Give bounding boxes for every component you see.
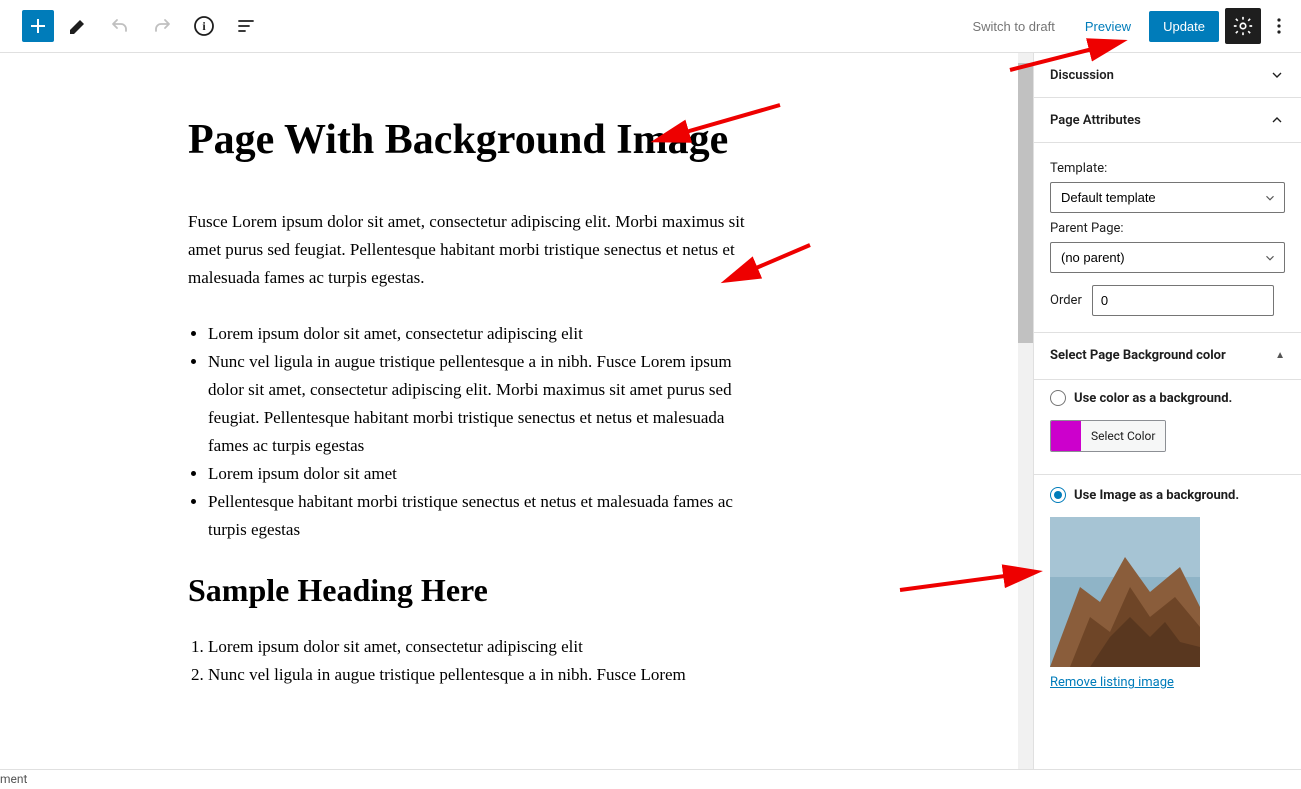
page-attributes-title: Page Attributes (1050, 113, 1141, 128)
chevron-down-icon (1269, 67, 1285, 83)
use-color-radio[interactable] (1050, 390, 1066, 406)
list-item[interactable]: Nunc vel ligula in augue tristique pelle… (208, 661, 768, 689)
list-block[interactable]: Lorem ipsum dolor sit amet, consectetur … (188, 320, 768, 544)
toolbar-left-group: i (10, 8, 264, 44)
footer-breadcrumb: ment (0, 769, 1301, 789)
redo-button[interactable] (144, 8, 180, 44)
discussion-panel-header[interactable]: Discussion (1034, 53, 1301, 98)
switch-to-draft-button[interactable]: Switch to draft (960, 13, 1066, 40)
use-color-radio-row[interactable]: Use color as a background. (1050, 390, 1285, 406)
bg-image-thumbnail[interactable] (1050, 517, 1200, 667)
parent-page-label: Parent Page: (1050, 221, 1285, 236)
select-color-button[interactable]: Select Color (1081, 421, 1165, 451)
page-content[interactable]: Fusce Lorem ipsum dolor sit amet, consec… (188, 208, 790, 690)
order-input[interactable] (1092, 285, 1274, 316)
heading-block[interactable]: Sample Heading Here (188, 572, 790, 609)
chevron-up-icon (1269, 112, 1285, 128)
svg-text:i: i (202, 19, 206, 33)
triangle-up-icon: ▲ (1275, 349, 1285, 363)
color-swatch[interactable] (1051, 421, 1081, 451)
discussion-panel-title: Discussion (1050, 68, 1114, 83)
use-color-label: Use color as a background. (1074, 391, 1232, 406)
use-image-radio[interactable] (1050, 487, 1066, 503)
toolbar-right-group: Switch to draft Preview Update (960, 8, 1291, 44)
update-button[interactable]: Update (1149, 11, 1219, 42)
list-item[interactable]: Lorem ipsum dolor sit amet, consectetur … (208, 320, 768, 348)
details-button[interactable]: i (186, 8, 222, 44)
scrollbar-thumb[interactable] (1018, 63, 1033, 343)
page-attributes-panel-body: Template: Default template Parent Page: … (1034, 143, 1301, 333)
use-image-label: Use Image as a background. (1074, 488, 1239, 503)
preview-button[interactable]: Preview (1073, 13, 1143, 40)
settings-sidebar: Discussion Page Attributes Template: Def… (1033, 53, 1301, 769)
divider (1034, 474, 1301, 475)
template-label: Template: (1050, 161, 1285, 176)
bg-color-panel-title: Select Page Background color (1050, 347, 1226, 365)
use-image-radio-row[interactable]: Use Image as a background. (1050, 487, 1285, 503)
color-picker-row: Select Color (1050, 420, 1166, 452)
ordered-list-block[interactable]: Lorem ipsum dolor sit amet, consectetur … (188, 633, 768, 689)
canvas-scrollbar[interactable] (1018, 53, 1033, 769)
undo-button[interactable] (102, 8, 138, 44)
edit-mode-button[interactable] (60, 8, 96, 44)
footer-text: ment (0, 772, 27, 786)
list-item[interactable]: Lorem ipsum dolor sit amet (208, 460, 768, 488)
editor-canvas-wrap: Page With Background Image Fusce Lorem i… (0, 53, 1033, 769)
editor-canvas[interactable]: Page With Background Image Fusce Lorem i… (0, 53, 790, 689)
top-toolbar: i Switch to draft Preview Update (0, 0, 1301, 53)
page-title[interactable]: Page With Background Image (188, 113, 790, 168)
more-options-button[interactable] (1267, 8, 1291, 44)
paragraph-block[interactable]: Fusce Lorem ipsum dolor sit amet, consec… (188, 208, 768, 292)
remove-listing-image-link[interactable]: Remove listing image (1050, 675, 1174, 690)
settings-button[interactable] (1225, 8, 1261, 44)
parent-page-select[interactable]: (no parent) (1050, 242, 1285, 273)
bg-color-panel-body: Use color as a background. Select Color … (1034, 380, 1301, 706)
order-label: Order (1050, 293, 1082, 308)
outline-button[interactable] (228, 8, 264, 44)
bg-color-panel-header[interactable]: Select Page Background color ▲ (1034, 333, 1301, 380)
page-attributes-panel-header[interactable]: Page Attributes (1034, 98, 1301, 143)
list-item[interactable]: Pellentesque habitant morbi tristique se… (208, 488, 768, 544)
list-item[interactable]: Nunc vel ligula in augue tristique pelle… (208, 348, 768, 460)
template-select[interactable]: Default template (1050, 182, 1285, 213)
list-item[interactable]: Lorem ipsum dolor sit amet, consectetur … (208, 633, 768, 661)
add-block-button[interactable] (22, 10, 54, 42)
